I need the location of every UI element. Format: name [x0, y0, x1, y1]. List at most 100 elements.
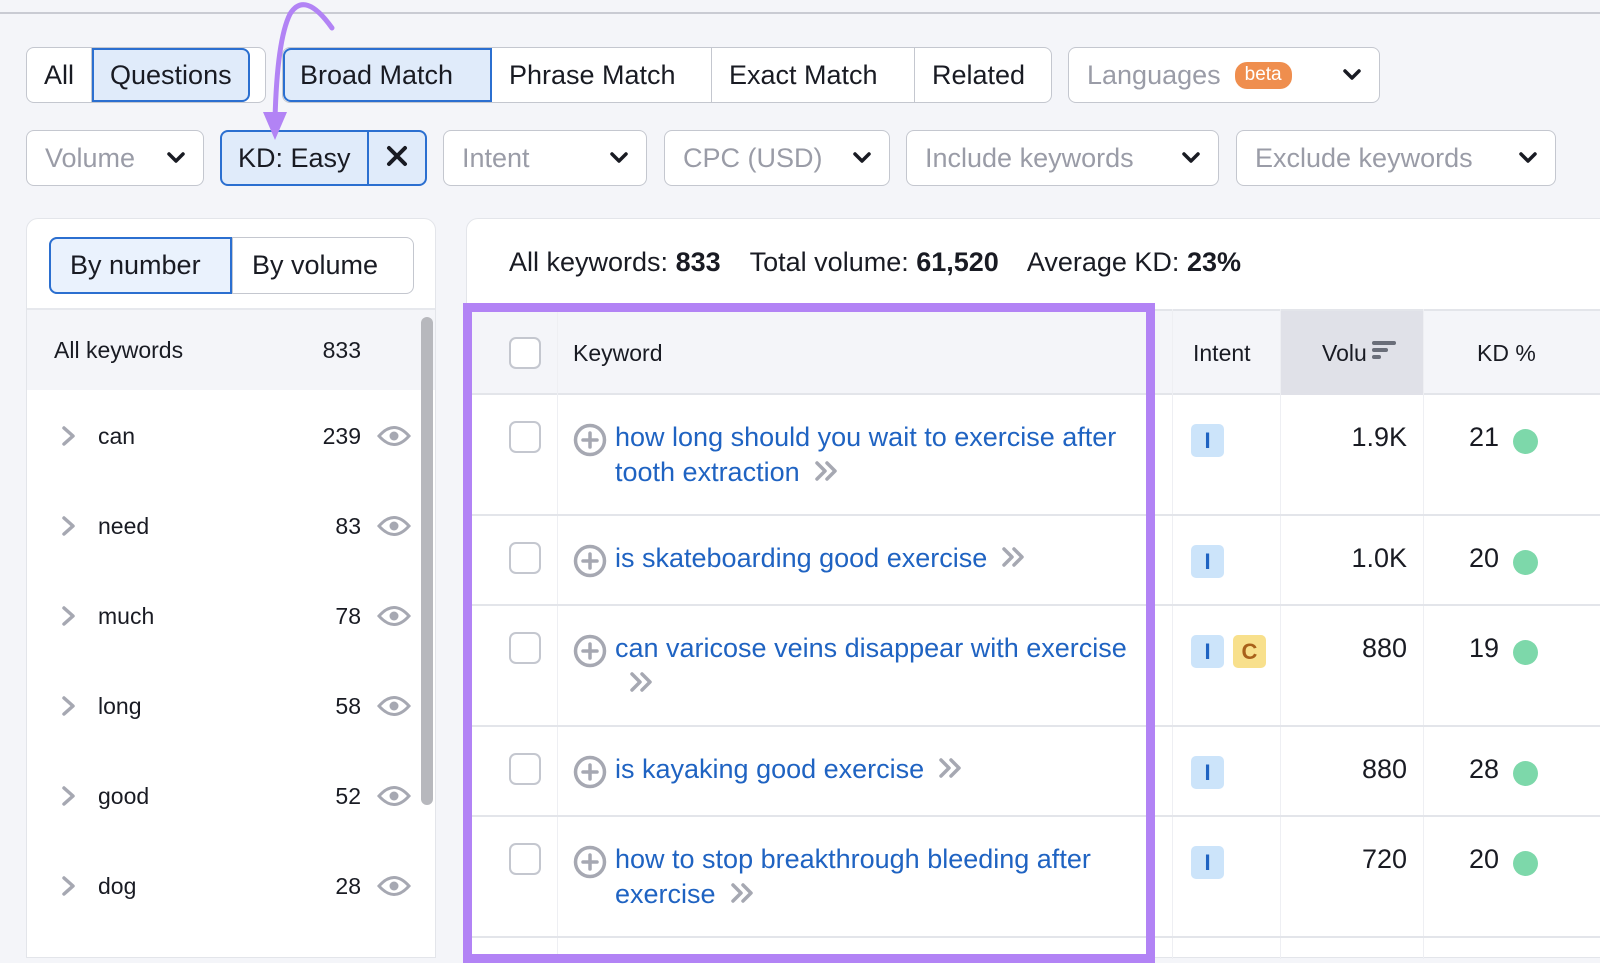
eye-icon[interactable] [376, 693, 412, 719]
tab-questions[interactable]: Questions [92, 48, 250, 102]
kd-easy-dot [1513, 429, 1538, 454]
intent-badge: I [1191, 635, 1224, 668]
eye-icon[interactable] [376, 603, 412, 629]
add-to-list-icon[interactable] [573, 845, 607, 879]
double-chevron-right-icon[interactable] [938, 753, 964, 788]
keyword-link[interactable]: is kayaking good exercise [615, 752, 1145, 788]
average-kd-label: Average KD: [1026, 247, 1180, 277]
chevron-down-icon [1180, 147, 1202, 169]
chevron-right-icon[interactable] [60, 695, 78, 717]
double-chevron-right-icon[interactable] [1001, 542, 1027, 577]
table-row: is kayaking good exercise I 880 28 [467, 727, 1600, 817]
intent-cell: I [1191, 756, 1224, 789]
volume-value: 880 [1361, 633, 1407, 663]
double-chevron-right-icon[interactable] [730, 878, 756, 913]
intent-badge: I [1191, 545, 1224, 578]
keyword-group-item[interactable]: need 83 [27, 481, 435, 571]
total-volume-value: 61,520 [916, 247, 999, 277]
keyword-group-item[interactable]: much 78 [27, 571, 435, 661]
top-divider [0, 12, 1600, 14]
exclude-keywords-filter[interactable]: Exclude keywords [1236, 130, 1556, 186]
cpc-filter[interactable]: CPC (USD) [664, 130, 890, 186]
volume-filter[interactable]: Volume [26, 130, 204, 186]
table-row: is skateboarding good exercise I 1.0K 20 [467, 516, 1600, 606]
row-checkbox[interactable] [509, 632, 541, 664]
chevron-right-icon[interactable] [60, 425, 78, 447]
table-header: Keyword Intent Volu KD % [467, 309, 1600, 395]
keyword-group-name: need [98, 512, 150, 539]
chevron-right-icon[interactable] [60, 785, 78, 807]
chevron-right-icon[interactable] [60, 515, 78, 537]
tab-all[interactable]: All [27, 48, 93, 102]
include-keywords-filter[interactable]: Include keywords [906, 130, 1219, 186]
kd-column-header[interactable]: KD % [1477, 311, 1536, 395]
eye-icon[interactable] [376, 423, 412, 449]
clear-kd-filter-button[interactable] [369, 132, 425, 184]
tab-broad-match-label: Broad Match [300, 59, 454, 90]
volume-filter-label: Volume [45, 142, 136, 173]
intent-filter[interactable]: Intent [443, 130, 647, 186]
chevron-right-icon[interactable] [60, 875, 78, 897]
keyword-group-count: 28 [335, 872, 361, 899]
double-chevron-right-icon[interactable] [814, 456, 840, 491]
keyword-group-count: 52 [335, 782, 361, 809]
languages-dropdown[interactable]: Languages beta [1068, 47, 1380, 103]
close-icon [386, 145, 408, 172]
keyword-link[interactable]: how to stop breakthrough bleeding after … [615, 842, 1145, 913]
tab-broad-match[interactable]: Broad Match [283, 48, 492, 102]
by-volume-toggle[interactable]: By volume [232, 238, 413, 293]
eye-icon[interactable] [376, 783, 412, 809]
add-to-list-icon[interactable] [573, 755, 607, 789]
kd-easy-dot [1513, 761, 1538, 786]
row-checkbox[interactable] [509, 843, 541, 875]
tab-phrase-match[interactable]: Phrase Match [492, 48, 712, 102]
search-type-tabs: All Questions [26, 47, 266, 103]
kd-value: 28 [1468, 754, 1499, 784]
keyword-header-label: Keyword [573, 339, 663, 366]
volume-column-header[interactable]: Volu [1280, 311, 1423, 395]
keyword-group-count: 83 [335, 512, 361, 539]
keyword-group-item[interactable]: dog 28 [27, 841, 435, 931]
chevron-right-icon[interactable] [60, 605, 78, 627]
double-chevron-right-icon[interactable] [629, 667, 655, 702]
kd-filter-button[interactable]: KD: Easy [222, 132, 369, 184]
all-keywords-group[interactable]: All keywords 833 [27, 310, 435, 390]
keyword-group-name: good [98, 782, 150, 809]
keyword-groups-panel: By number By volume All keywords 833 can… [26, 218, 436, 958]
keyword-group-item[interactable]: can 239 [27, 391, 435, 481]
keyword-group-item[interactable]: long 58 [27, 661, 435, 751]
add-to-list-icon[interactable] [573, 423, 607, 457]
total-volume-label: Total volume: [749, 247, 909, 277]
by-number-toggle[interactable]: By number [49, 237, 232, 294]
include-keywords-label: Include keywords [925, 142, 1134, 173]
tab-questions-label: Questions [110, 59, 232, 90]
select-all-checkbox[interactable] [509, 337, 541, 369]
tab-related[interactable]: Related [915, 48, 1051, 102]
keyword-group-name: can [98, 422, 136, 449]
beta-badge: beta [1234, 61, 1292, 89]
row-checkbox[interactable] [509, 753, 541, 785]
keyword-link[interactable]: how long should you wait to exercise aft… [615, 420, 1145, 491]
keyword-link[interactable]: is skateboarding good exercise [615, 541, 1145, 577]
add-to-list-icon[interactable] [573, 634, 607, 668]
by-volume-label: By volume [252, 250, 379, 280]
keyword-text: how to stop breakthrough bleeding after … [615, 844, 1091, 909]
keyword-column-header[interactable]: Keyword [573, 311, 662, 395]
chevron-down-icon [1341, 64, 1363, 86]
add-to-list-icon[interactable] [573, 544, 607, 578]
row-checkbox[interactable] [509, 421, 541, 453]
volume-value: 1.0K [1351, 543, 1407, 573]
chevron-down-icon [1517, 147, 1539, 169]
keyword-group-item[interactable]: good 52 [27, 751, 435, 841]
tab-exact-match[interactable]: Exact Match [712, 48, 915, 102]
intent-column-header[interactable]: Intent [1193, 311, 1251, 395]
volume-value: 720 [1361, 844, 1407, 874]
eye-icon[interactable] [376, 513, 412, 539]
row-checkbox[interactable] [509, 542, 541, 574]
eye-icon[interactable] [376, 873, 412, 899]
keyword-link[interactable]: can varicose veins disappear with exerci… [615, 631, 1145, 702]
keyword-group-name: long [98, 692, 142, 719]
volume-value: 880 [1361, 754, 1407, 784]
groups-scrollbar[interactable] [421, 317, 433, 805]
chevron-down-icon [165, 147, 187, 169]
